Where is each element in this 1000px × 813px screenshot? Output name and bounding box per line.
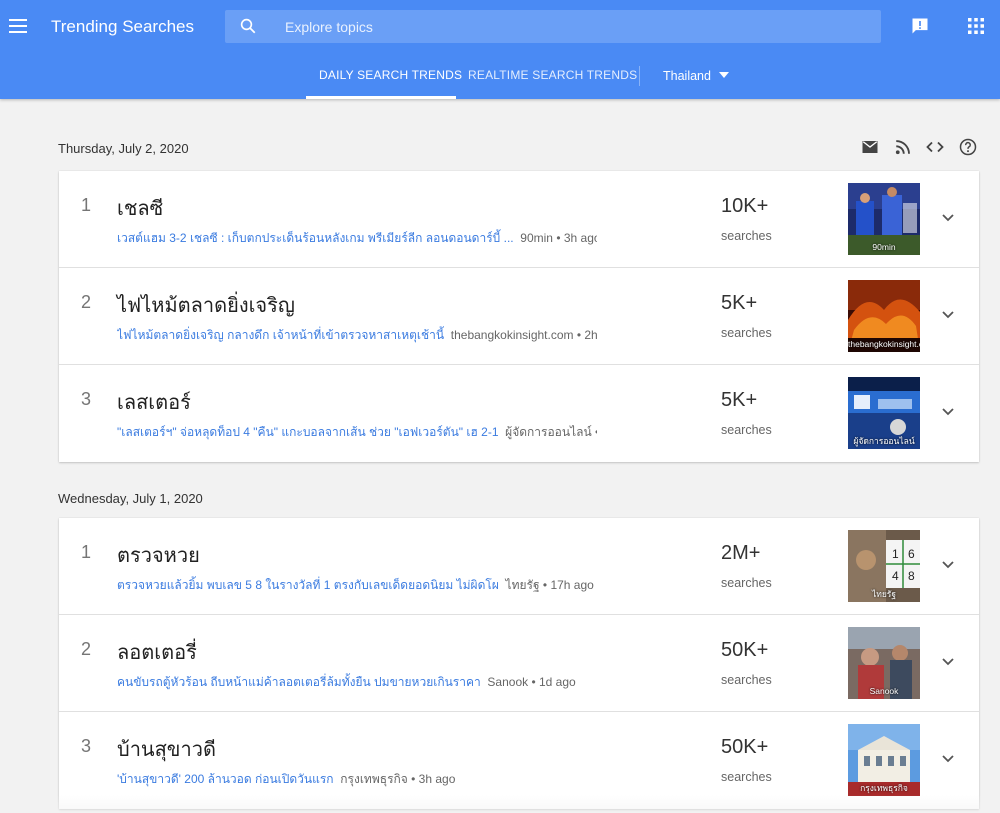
chevron-down-icon[interactable]: [941, 558, 955, 572]
news-thumbnail[interactable]: ผู้จัดการออนไลน์: [848, 377, 920, 449]
article-link[interactable]: "เลสเตอร์ฯ" จ่อหลุดท็อป 4 "คืน" แกะบอลจา…: [117, 425, 499, 439]
news-thumbnail[interactable]: Sanook: [848, 627, 920, 699]
trend-title[interactable]: เชลซี: [117, 192, 163, 224]
trend-row[interactable]: 2 ไฟไหม้ตลาดยิ่งเจริญ ไฟไหม้ตลาดยิ่งเจริ…: [59, 268, 979, 365]
tab-realtime-search-trends[interactable]: REALTIME SEARCH TRENDS: [468, 68, 637, 82]
feedback-icon[interactable]: [910, 16, 930, 36]
thumbnail-source: thebangkokinsight.com: [848, 339, 920, 349]
hamburger-menu-icon: [9, 19, 27, 33]
article-source: 90min • 3h ago: [520, 231, 597, 245]
trend-row[interactable]: 2 ลอตเตอรี่ คนขับรถตู้หัวร้อน ถีบหน้าแม่…: [59, 615, 979, 712]
trend-meta: เวสต์แฮม 3-2 เชลซี : เก็บตกประเด็นร้อนหล…: [117, 229, 597, 248]
menu-button[interactable]: [6, 14, 30, 38]
news-thumbnail[interactable]: กรุงเทพธุรกิจ: [848, 724, 920, 796]
trend-title[interactable]: เลสเตอร์: [117, 386, 191, 418]
app-header: Trending Searches DAILY SEARCH TRENDS RE…: [0, 0, 1000, 99]
article-source: Sanook • 1d ago: [487, 675, 576, 689]
article-source: ผู้จัดการออนไลน์ • 8h ago: [505, 425, 597, 439]
tab-divider: [639, 66, 640, 86]
trend-meta: 'บ้านสุขาวดี' 200 ล้านวอด ก่อนเปิดวันแรก…: [117, 770, 597, 789]
thumbnail-source: กรุงเทพธุรกิจ: [860, 783, 908, 793]
article-source: กรุงเทพธุรกิจ • 3h ago: [340, 772, 456, 786]
trend-title[interactable]: ตรวจหวย: [117, 539, 200, 571]
thumbnail-source: Sanook: [869, 686, 899, 696]
active-tab-indicator: [306, 96, 456, 99]
trend-title[interactable]: ไฟไหม้ตลาดยิ่งเจริญ: [117, 289, 295, 321]
search-volume: 5K+: [721, 292, 758, 314]
search-volume-label: searches: [721, 326, 772, 340]
svg-text:4: 4: [892, 569, 899, 583]
date-heading: Thursday, July 2, 2020: [58, 141, 189, 156]
search-volume-label: searches: [721, 229, 772, 243]
news-thumbnail[interactable]: 1 6 4 8 ไทยรัฐ: [848, 530, 920, 602]
trend-meta: ไฟไหม้ตลาดยิ่งเจริญ กลางดึก เจ้าหน้าที่เ…: [117, 326, 597, 345]
search-volume: 50K+: [721, 736, 769, 758]
trend-title[interactable]: บ้านสุขาวดี: [117, 733, 216, 765]
trend-list-card: 1 ตรวจหวย ตรวจหวยแล้วยิ้ม พบเลข 5 8 ในรา…: [59, 518, 979, 809]
thumbnail-source: ผู้จัดการออนไลน์: [853, 436, 915, 446]
date-heading: Wednesday, July 1, 2020: [58, 491, 203, 506]
email-icon[interactable]: [861, 138, 879, 156]
tab-daily-search-trends[interactable]: DAILY SEARCH TRENDS: [319, 68, 462, 82]
trend-rank: 3: [81, 389, 92, 409]
trend-meta: ตรวจหวยแล้วยิ้ม พบเลข 5 8 ในรางวัลที่ 1 …: [117, 576, 597, 595]
article-link[interactable]: ตรวจหวยแล้วยิ้ม พบเลข 5 8 ในรางวัลที่ 1 …: [117, 578, 499, 592]
article-source: ไทยรัฐ • 17h ago: [505, 578, 594, 592]
chevron-down-icon[interactable]: [941, 308, 955, 322]
article-link[interactable]: ไฟไหม้ตลาดยิ่งเจริญ กลางดึก เจ้าหน้าที่เ…: [117, 328, 444, 342]
search-volume: 50K+: [721, 639, 769, 661]
news-thumbnail[interactable]: 90min: [848, 183, 920, 255]
help-icon[interactable]: [959, 138, 977, 156]
country-selector[interactable]: Thailand: [663, 69, 711, 83]
trend-rank: 2: [81, 639, 92, 659]
search-volume-label: searches: [721, 673, 772, 687]
trend-row[interactable]: 3 บ้านสุขาวดี 'บ้านสุขาวดี' 200 ล้านวอด …: [59, 712, 979, 809]
thumbnail-source: ไทยรัฐ: [871, 589, 897, 599]
trend-rank: 2: [81, 292, 92, 312]
thumbnail-source: 90min: [872, 242, 896, 252]
trend-list-card: 1 เชลซี เวสต์แฮม 3-2 เชลซี : เก็บตกประเด…: [59, 171, 979, 462]
trend-row[interactable]: 1 เชลซี เวสต์แฮม 3-2 เชลซี : เก็บตกประเด…: [59, 171, 979, 268]
chevron-down-icon[interactable]: [941, 405, 955, 419]
svg-text:6: 6: [908, 547, 915, 561]
trend-rank: 1: [81, 195, 92, 215]
search-volume: 2M+: [721, 542, 761, 564]
search-box[interactable]: [225, 10, 881, 43]
article-link[interactable]: คนขับรถตู้หัวร้อน ถีบหน้าแม่ค้าลอตเตอรี่…: [117, 675, 481, 689]
chevron-down-icon[interactable]: [941, 752, 955, 766]
svg-text:1: 1: [892, 547, 899, 561]
search-volume-label: searches: [721, 423, 772, 437]
rss-feed-icon[interactable]: [894, 138, 912, 156]
search-volume-label: searches: [721, 576, 772, 590]
search-input[interactable]: [283, 10, 863, 43]
article-source: thebangkokinsight.com • 2h ago: [450, 328, 597, 342]
chevron-down-icon[interactable]: [941, 211, 955, 225]
article-link[interactable]: 'บ้านสุขาวดี' 200 ล้านวอด ก่อนเปิดวันแรก: [117, 772, 334, 786]
trend-meta: คนขับรถตู้หัวร้อน ถีบหน้าแม่ค้าลอตเตอรี่…: [117, 673, 597, 692]
article-link[interactable]: เวสต์แฮม 3-2 เชลซี : เก็บตกประเด็นร้อนหล…: [117, 231, 514, 245]
search-volume: 5K+: [721, 389, 758, 411]
search-volume: 10K+: [721, 195, 769, 217]
trend-title[interactable]: ลอตเตอรี่: [117, 636, 197, 668]
trend-meta: "เลสเตอร์ฯ" จ่อหลุดท็อป 4 "คืน" แกะบอลจา…: [117, 423, 597, 442]
trend-row[interactable]: 3 เลสเตอร์ "เลสเตอร์ฯ" จ่อหลุดท็อป 4 "คื…: [59, 365, 979, 462]
app-title: Trending Searches: [51, 17, 195, 36]
trend-row[interactable]: 1 ตรวจหวย ตรวจหวยแล้วยิ้ม พบเลข 5 8 ในรา…: [59, 518, 979, 615]
news-thumbnail[interactable]: thebangkokinsight.com: [848, 280, 920, 352]
apps-grid-icon[interactable]: [967, 17, 985, 35]
search-icon: [240, 18, 256, 34]
embed-code-icon[interactable]: [926, 138, 944, 156]
search-volume-label: searches: [721, 770, 772, 784]
trend-rank: 1: [81, 542, 92, 562]
svg-text:8: 8: [908, 569, 915, 583]
chevron-down-icon[interactable]: [941, 655, 955, 669]
trend-rank: 3: [81, 736, 92, 756]
caret-down-icon[interactable]: [719, 72, 729, 78]
